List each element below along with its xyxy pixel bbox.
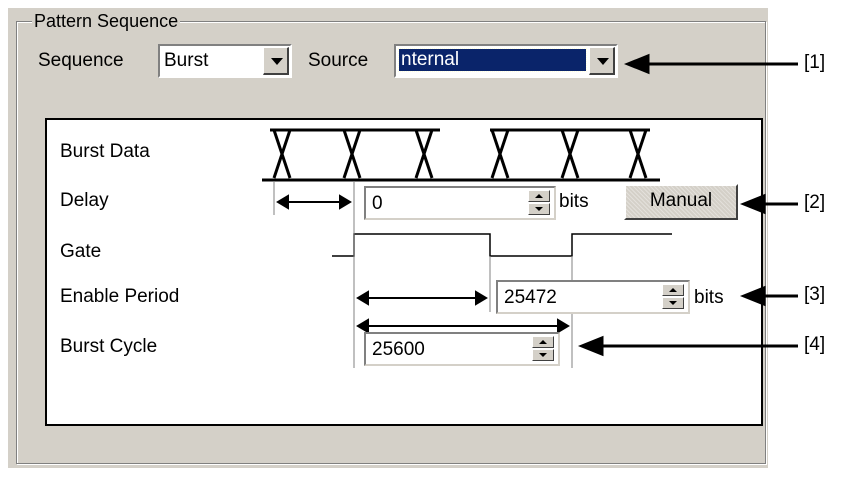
burst-cycle-value[interactable]: 25600 xyxy=(372,339,425,361)
group-title: Pattern Sequence xyxy=(32,11,181,31)
burst-cycle-down-icon[interactable] xyxy=(532,349,554,361)
sequence-dropdown-button[interactable] xyxy=(263,47,289,75)
callout-3: [3] xyxy=(804,284,826,305)
callout-4: [4] xyxy=(804,334,826,355)
enable-period-label: Enable Period xyxy=(60,286,180,307)
delay-unit: bits xyxy=(559,191,589,212)
chevron-down-icon xyxy=(597,58,609,65)
delay-spinbox[interactable]: 0 xyxy=(364,186,556,220)
burst-cycle-spinbox[interactable]: 25600 xyxy=(364,332,560,366)
delay-down-icon[interactable] xyxy=(528,203,550,215)
sequence-combo[interactable]: Burst xyxy=(158,44,292,78)
sequence-value: Burst xyxy=(164,50,209,71)
burst-data-label: Burst Data xyxy=(60,141,150,162)
sequence-label: Sequence xyxy=(38,50,124,71)
delay-label: Delay xyxy=(60,190,109,211)
burst-cycle-label: Burst Cycle xyxy=(60,336,158,357)
enable-period-spinbox[interactable]: 25472 xyxy=(496,280,690,314)
enable-period-down-icon[interactable] xyxy=(662,297,684,309)
source-value: nternal xyxy=(398,48,587,72)
burst-cycle-up-icon[interactable] xyxy=(532,336,554,348)
delay-value[interactable]: 0 xyxy=(372,193,383,215)
callout-2: [2] xyxy=(804,192,826,213)
timing-diagram-panel xyxy=(45,118,763,426)
enable-period-up-icon[interactable] xyxy=(662,284,684,296)
enable-period-value[interactable]: 25472 xyxy=(504,287,557,309)
source-combo[interactable]: nternal xyxy=(394,44,618,78)
enable-period-unit: bits xyxy=(694,287,724,308)
manual-button[interactable]: Manual xyxy=(624,184,738,220)
chevron-down-icon xyxy=(271,58,283,65)
gate-label: Gate xyxy=(60,241,102,262)
source-label: Source xyxy=(308,50,369,71)
source-dropdown-button[interactable] xyxy=(589,47,615,75)
delay-up-icon[interactable] xyxy=(528,190,550,202)
callout-1: [1] xyxy=(804,52,826,73)
